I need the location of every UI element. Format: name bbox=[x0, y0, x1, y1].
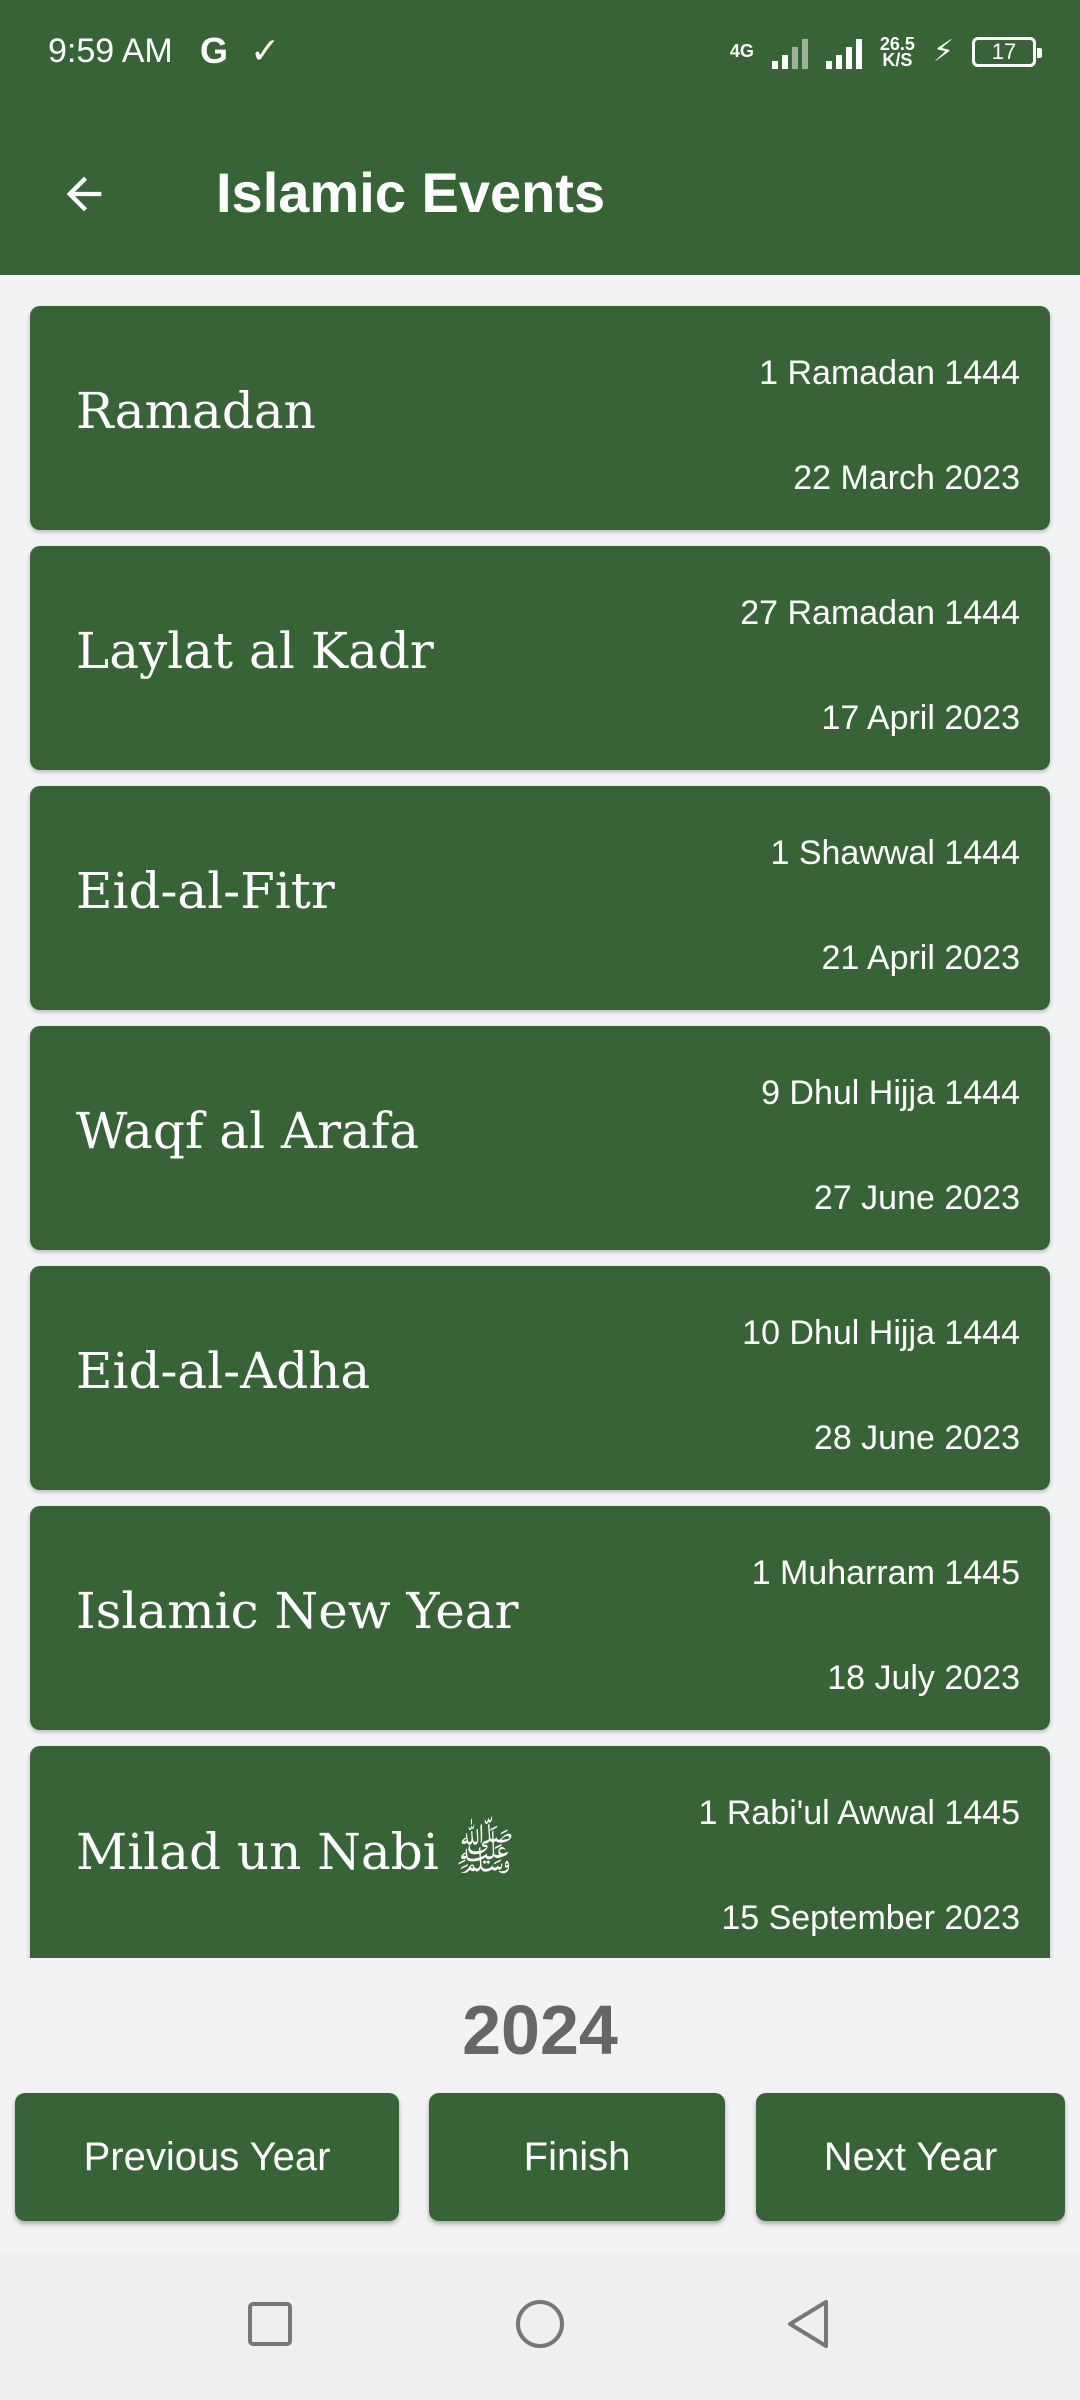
event-card-eid-al-fitr[interactable]: Eid-al-Fitr 1 Shawwal 1444 21 April 2023 bbox=[30, 786, 1050, 1010]
event-card-islamic-new-year[interactable]: Islamic New Year 1 Muharram 1445 18 July… bbox=[30, 1506, 1050, 1730]
event-name: Waqf al Arafa bbox=[76, 1102, 420, 1160]
event-gregorian-date: 28 June 2023 bbox=[813, 1419, 1020, 1457]
recents-square-icon[interactable] bbox=[240, 2294, 300, 2354]
event-gregorian-date: 15 September 2023 bbox=[721, 1899, 1020, 1937]
event-card-eid-al-adha[interactable]: Eid-al-Adha 10 Dhul Hijja 1444 28 June 2… bbox=[30, 1266, 1050, 1490]
signal-icon-2 bbox=[825, 35, 862, 69]
event-card-waqf-al-arafa[interactable]: Waqf al Arafa 9 Dhul Hijja 1444 27 June … bbox=[30, 1026, 1050, 1250]
notification-icons: G ✓ bbox=[200, 30, 280, 72]
network-type: 4G bbox=[729, 41, 754, 61]
status-bar: 9:59 AM G ✓ 4G 26.5 K/S ⚡ 17 bbox=[0, 0, 1080, 110]
event-name: Ramadan bbox=[76, 382, 316, 440]
event-hijri-date: 1 Rabi'ul Awwal 1445 bbox=[698, 1794, 1020, 1832]
event-name: Islamic New Year bbox=[76, 1582, 519, 1640]
event-hijri-date: 1 Muharram 1445 bbox=[751, 1554, 1020, 1592]
back-arrow-icon[interactable] bbox=[48, 158, 120, 230]
finish-button[interactable]: Finish bbox=[429, 2093, 725, 2221]
event-gregorian-date: 27 June 2023 bbox=[813, 1179, 1020, 1217]
event-name: Eid-al-Fitr bbox=[76, 862, 335, 920]
year-label: 2024 bbox=[462, 1991, 618, 2069]
event-name: Milad un Nabi ﷺ bbox=[76, 1823, 516, 1881]
event-gregorian-date: 22 March 2023 bbox=[793, 459, 1020, 497]
status-indicators: 4G 26.5 K/S ⚡ 17 bbox=[729, 33, 1042, 70]
signal-icon bbox=[771, 35, 808, 69]
next-year-button[interactable]: Next Year bbox=[756, 2093, 1065, 2221]
event-hijri-date: 9 Dhul Hijja 1444 bbox=[761, 1074, 1020, 1112]
event-gregorian-date: 18 July 2023 bbox=[827, 1659, 1020, 1697]
net-speed: 26.5 K/S bbox=[879, 33, 915, 70]
event-hijri-date: 10 Dhul Hijja 1444 bbox=[742, 1314, 1020, 1352]
event-gregorian-date: 17 April 2023 bbox=[821, 699, 1021, 737]
event-hijri-date: 1 Shawwal 1444 bbox=[770, 834, 1020, 872]
event-name: Laylat al Kadr bbox=[76, 622, 434, 680]
event-card-ramadan[interactable]: Ramadan 1 Ramadan 1444 22 March 2023 bbox=[30, 306, 1050, 530]
events-list[interactable]: Ramadan 1 Ramadan 1444 22 March 2023 Lay… bbox=[0, 275, 1080, 1958]
battery-icon: 17 bbox=[972, 36, 1042, 67]
event-gregorian-date: 21 April 2023 bbox=[821, 939, 1021, 977]
previous-year-button[interactable]: Previous Year bbox=[15, 2093, 399, 2221]
back-triangle-icon[interactable] bbox=[778, 2294, 838, 2354]
page-title: Islamic Events bbox=[216, 161, 606, 224]
event-name: Eid-al-Adha bbox=[76, 1342, 371, 1400]
event-hijri-date: 27 Ramadan 1444 bbox=[740, 594, 1020, 632]
home-circle-icon[interactable] bbox=[510, 2294, 570, 2354]
event-card-laylat-al-kadr[interactable]: Laylat al Kadr 27 Ramadan 1444 17 April … bbox=[30, 546, 1050, 770]
event-card-milad-un-nabi[interactable]: Milad un Nabi ﷺ 1 Rabi'ul Awwal 1445 15 … bbox=[30, 1746, 1050, 1958]
charging-icon: ⚡ bbox=[932, 35, 954, 68]
system-nav-bar bbox=[0, 2254, 1080, 2400]
google-icon: G bbox=[200, 30, 229, 71]
app-bar: Islamic Events bbox=[0, 110, 1080, 275]
status-time: 9:59 AM bbox=[48, 32, 173, 70]
event-hijri-date: 1 Ramadan 1444 bbox=[759, 354, 1020, 392]
download-done-icon: ✓ bbox=[250, 30, 281, 71]
